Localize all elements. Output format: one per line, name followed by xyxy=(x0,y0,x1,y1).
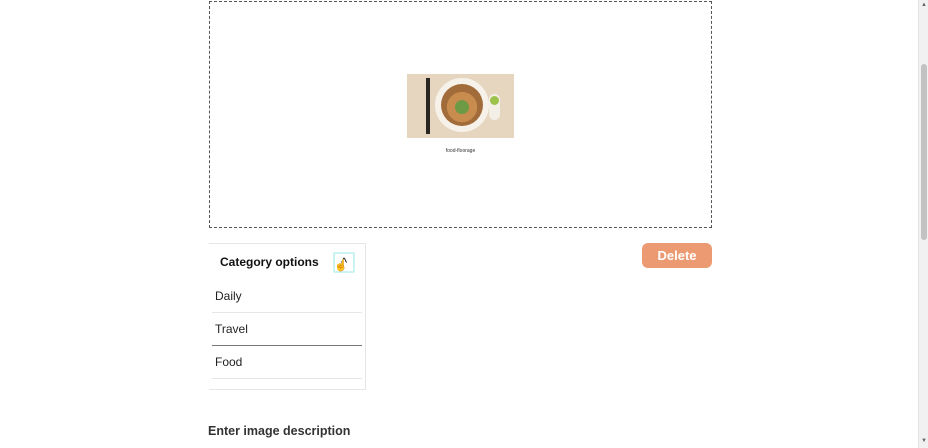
category-item-label: Food xyxy=(215,355,243,369)
category-options-panel: Category options ^ ☝ Daily Travel Food xyxy=(209,243,366,390)
image-description-label: Enter image description xyxy=(208,424,351,438)
category-options-title: Category options xyxy=(220,255,319,269)
category-item-label: Travel xyxy=(215,322,248,336)
vertical-scrollbar[interactable]: ▲ ▼ xyxy=(918,0,928,448)
category-item-food[interactable]: Food xyxy=(212,346,362,379)
scroll-up-arrow-icon[interactable]: ▲ xyxy=(921,2,927,8)
delete-button[interactable]: Delete xyxy=(642,243,712,268)
hand-cursor-icon: ☝ xyxy=(334,260,348,272)
food-photo xyxy=(407,74,514,138)
category-item-travel[interactable]: Travel xyxy=(212,313,362,346)
scrollbar-thumb[interactable] xyxy=(921,64,927,240)
category-item-label: Daily xyxy=(215,289,242,303)
lime-shape xyxy=(490,96,499,105)
scroll-down-arrow-icon[interactable]: ▼ xyxy=(921,438,927,444)
image-preview-area: food-floorage xyxy=(209,1,712,228)
chopsticks-shape xyxy=(426,78,430,134)
category-item-daily[interactable]: Daily xyxy=(212,280,362,313)
image-caption: food-floorage xyxy=(445,148,476,154)
soup-shape xyxy=(441,84,483,126)
